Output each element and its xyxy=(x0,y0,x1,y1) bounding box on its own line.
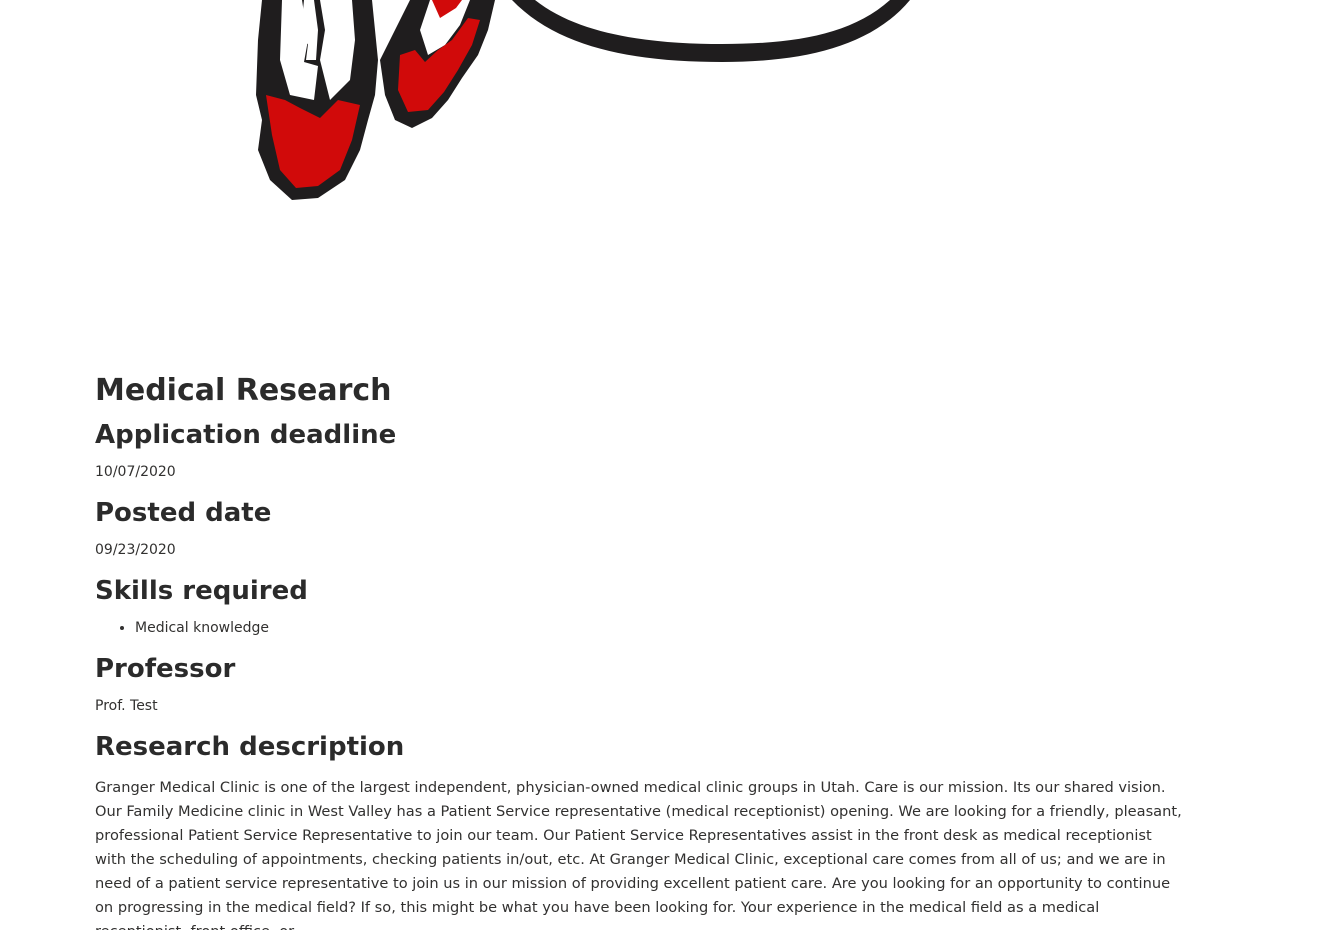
logo-banner xyxy=(0,0,1325,340)
skills-heading: Skills required xyxy=(95,576,308,606)
description-heading: Research description xyxy=(95,732,405,762)
list-item: Medical knowledge xyxy=(135,618,1185,638)
posted-date-value: 09/23/2020 xyxy=(95,542,176,558)
research-detail: Medical Research Application deadline 10… xyxy=(95,366,1185,930)
feather-circle-logo-icon xyxy=(256,0,910,200)
description-text: Granger Medical Clinic is one of the lar… xyxy=(95,779,1182,930)
deadline-value: 10/07/2020 xyxy=(95,464,176,480)
posted-date-heading: Posted date xyxy=(95,498,272,528)
professor-heading: Professor xyxy=(95,654,236,684)
skills-list: Medical knowledge xyxy=(95,618,1185,638)
page: Medical Research Application deadline 10… xyxy=(0,0,1325,930)
professor-value: Prof. Test xyxy=(95,698,158,714)
deadline-heading: Application deadline xyxy=(95,420,397,450)
page-title: Medical Research xyxy=(95,373,392,408)
